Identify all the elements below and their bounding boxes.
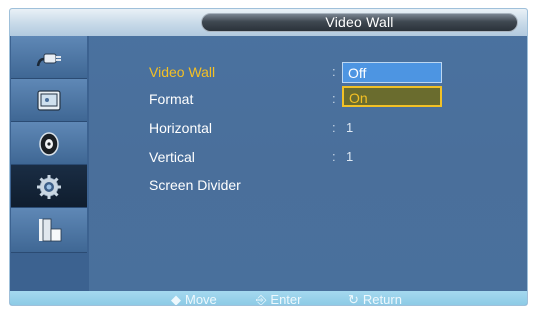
vertical-value: 1 [346,149,354,164]
return-icon: ↻ [348,292,359,306]
menu-item-vertical[interactable]: Vertical [149,149,195,165]
value-separator: : [332,120,336,135]
footer-move-label: Move [185,292,217,306]
setup-gear-icon [37,175,61,199]
category-sidebar [10,36,89,296]
sidebar-item-multi-control[interactable] [11,208,87,253]
multi-control-icon [39,218,62,242]
value-separator: : [332,91,336,106]
option-off[interactable]: Off [342,62,442,83]
horizontal-value: 1 [346,120,354,135]
osd-menu-panel: Video Wall Video Wall Format Horizontal … [9,8,528,306]
move-arrows-icon: ◆ [171,292,181,306]
video-wall-options-dropdown[interactable]: Off On [342,62,442,108]
footer-move: ◆ Move [171,291,217,306]
sidebar-item-picture[interactable] [11,79,87,122]
sound-icon [39,132,59,156]
option-on[interactable]: On [342,86,442,107]
menu-item-screen-divider[interactable]: Screen Divider [149,177,241,193]
input-plug-icon [36,53,61,67]
menu-item-video-wall[interactable]: Video Wall [149,64,215,80]
footer-enter: ⎆ Enter [256,291,302,306]
footer-enter-label: Enter [270,292,302,306]
sidebar-item-setup[interactable] [11,165,87,208]
menu-item-format[interactable]: Format [149,91,193,107]
menu-item-horizontal[interactable]: Horizontal [149,120,212,136]
sidebar-item-sound[interactable] [11,122,87,165]
value-separator: : [332,149,336,164]
value-separator: : [332,64,336,79]
menu-title: Video Wall [325,14,394,30]
footer-return-label: Return [362,292,402,306]
picture-icon [37,90,61,111]
footer-return: ↻ Return [348,291,402,306]
sidebar-item-input[interactable] [11,36,87,79]
enter-icon: ⎆ [256,292,267,306]
